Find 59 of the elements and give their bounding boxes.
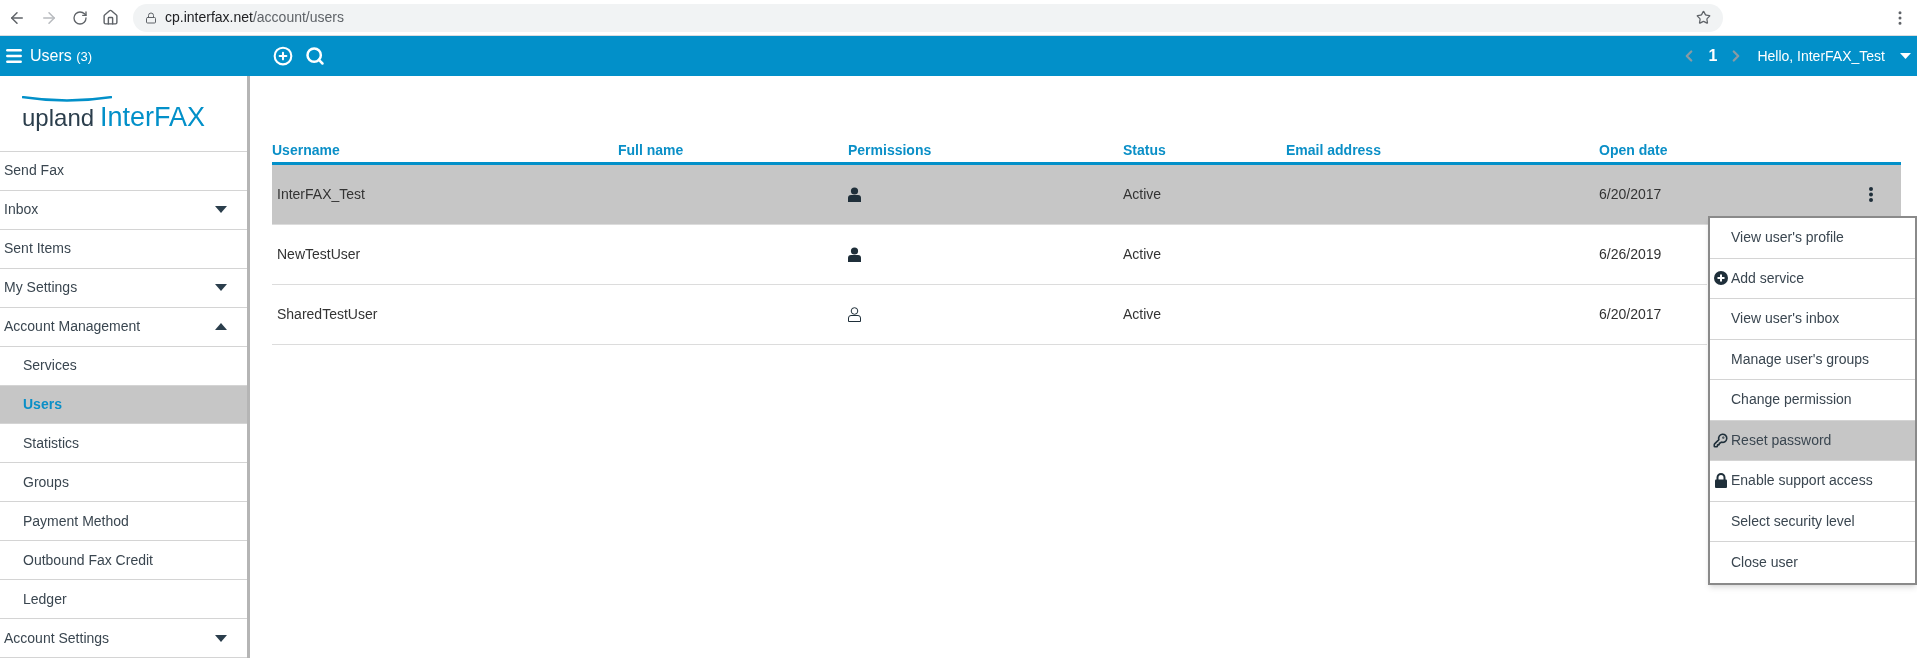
menu-item[interactable]: Add service (1710, 258, 1915, 299)
caret-up-icon (215, 323, 227, 331)
sidebar-item[interactable]: Account Management (0, 307, 247, 347)
username-cell: SharedTestUser (277, 306, 378, 322)
page-title: Users (3) (30, 46, 93, 66)
sidebar-item[interactable]: Inbox (0, 190, 247, 230)
sidebar-item[interactable]: Account Settings (0, 619, 247, 658)
sidebar-item[interactable]: Ledger (0, 580, 247, 620)
sidebar-item[interactable]: Groups (0, 463, 247, 503)
sidebar-item[interactable]: Services (0, 346, 247, 386)
more-options-icon[interactable] (1869, 187, 1873, 202)
lock-icon (1714, 473, 1727, 489)
column-header[interactable]: Status (1123, 141, 1166, 158)
column-header[interactable]: Permissions (848, 141, 932, 158)
table-row[interactable]: InterFAX_Test Active 6/20/2017 (272, 165, 1901, 225)
address-bar[interactable]: cp.interfax.net/account/users (133, 3, 1723, 32)
column-header[interactable]: Full name (618, 141, 684, 158)
key-icon (1713, 432, 1728, 448)
menu-item[interactable]: View user's profile (1710, 218, 1915, 259)
status-cell: Active (1123, 186, 1162, 202)
sidebar-item[interactable]: Payment Method (0, 502, 247, 542)
caret-down-icon[interactable] (1900, 53, 1911, 59)
sidebar-item[interactable]: Outbound Fax Credit (0, 541, 247, 581)
sidebar-item[interactable]: Statistics (0, 424, 247, 464)
logo: upland InterFAX (22, 96, 206, 131)
bookmark-star-icon[interactable] (1696, 10, 1711, 25)
home-icon[interactable] (102, 9, 119, 26)
menu-item[interactable]: Manage user's groups (1710, 339, 1915, 380)
menu-item[interactable]: Change permission (1710, 380, 1915, 421)
user-greeting[interactable]: Hello, InterFAX_Test (1757, 45, 1885, 67)
menu-item[interactable]: Select security level (1710, 501, 1915, 542)
status-cell: Active (1123, 246, 1162, 262)
menu-icon[interactable] (4, 46, 24, 66)
add-icon[interactable] (273, 46, 293, 66)
menu-item[interactable]: Reset password (1710, 420, 1915, 461)
username-cell: NewTestUser (277, 246, 361, 262)
username-cell: InterFAX_Test (277, 186, 365, 202)
menu-item[interactable]: Enable support access (1710, 461, 1915, 502)
caret-down-icon (215, 206, 227, 214)
column-header[interactable]: Email address (1286, 141, 1381, 158)
column-header[interactable]: Open date (1599, 141, 1668, 158)
open-date-cell-text: 6/20/2017 (1599, 305, 1662, 324)
page-number: 1 (1708, 46, 1718, 66)
status-cell: Active (1123, 306, 1162, 322)
sidebar-item[interactable]: My Settings (0, 268, 247, 308)
column-header[interactable]: Username (272, 141, 340, 158)
search-icon[interactable] (305, 46, 325, 66)
open-date-cell-text: 6/26/2019 (1599, 245, 1662, 264)
sidebar-item[interactable]: Send Fax (0, 152, 247, 191)
reload-icon[interactable] (72, 9, 88, 26)
lock-icon (145, 11, 157, 24)
open-date-cell-text: 6/20/2017 (1599, 185, 1662, 204)
menu-item[interactable]: View user's inbox (1710, 299, 1915, 340)
sidebar-item[interactable]: Sent Items (0, 229, 247, 269)
url-text: cp.interfax.net/account/users (165, 8, 345, 27)
caret-down-icon (215, 634, 227, 642)
plus-circle-icon (1713, 271, 1728, 286)
menu-item[interactable]: Close user (1710, 542, 1915, 583)
caret-down-icon (215, 284, 227, 292)
